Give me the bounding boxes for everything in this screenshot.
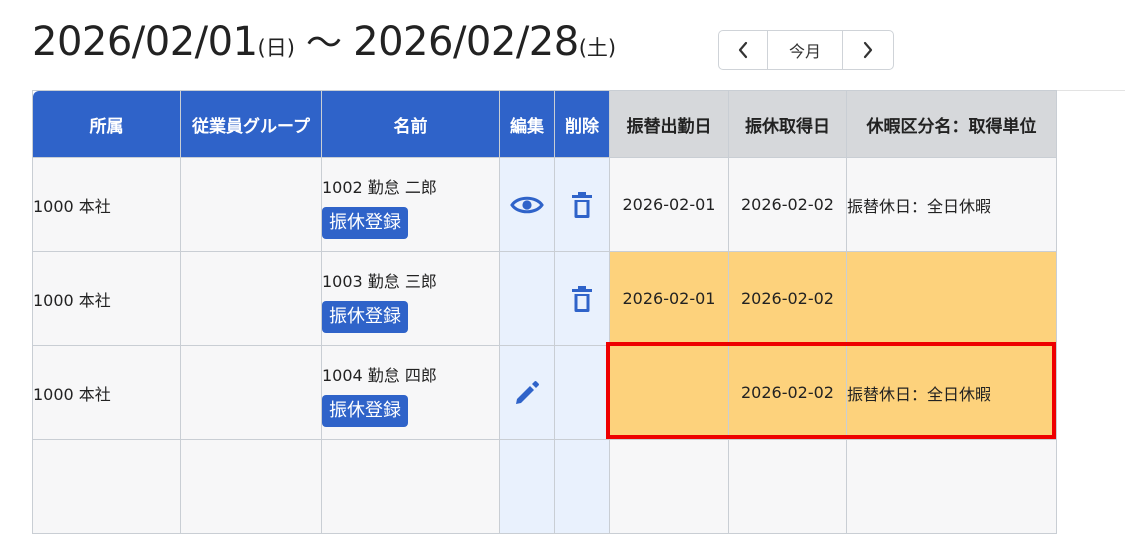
edit-cell: [499, 439, 555, 534]
leave-type-unit-cell: [846, 251, 1057, 346]
employee-name: 1004 勤怠 四郎: [322, 366, 437, 385]
employee-group-cell: [180, 251, 322, 346]
eye-icon[interactable]: [500, 194, 554, 216]
substitute-work-date-cell: 2026-02-01: [609, 157, 729, 252]
delete-cell: [554, 251, 610, 346]
substitute-holiday-date-cell: [728, 439, 847, 534]
leave-type-unit-cell: [846, 439, 1057, 534]
register-substitute-holiday-button[interactable]: 振休登録: [322, 395, 408, 427]
name-cell: 1004 勤怠 四郎 振休登録: [321, 345, 500, 440]
column-header-substitute-work-date[interactable]: 振替出勤日: [609, 90, 729, 158]
affiliation-cell: 1000 本社: [32, 345, 181, 440]
column-header-employee-group[interactable]: 従業員グループ: [180, 90, 322, 158]
name-cell: 1002 勤怠 二郎 振休登録: [321, 157, 500, 252]
substitute-holiday-date-cell: 2026-02-02: [728, 251, 847, 346]
column-header-edit: 編集: [499, 90, 555, 158]
table-row: 1000 本社 1002 勤怠 二郎 振休登録 2026-02-01 2026-…: [32, 157, 1057, 252]
edit-cell: [499, 251, 555, 346]
employee-group-cell: [180, 345, 322, 440]
name-cell: [321, 439, 500, 534]
employee-name: 1002 勤怠 二郎: [322, 178, 437, 197]
register-substitute-holiday-button[interactable]: 振休登録: [322, 301, 408, 333]
next-month-button[interactable]: [842, 31, 893, 69]
period-start-weekday: (日): [257, 36, 295, 60]
chevron-left-icon: [737, 40, 749, 60]
column-header-leave-type-unit[interactable]: 休暇区分名：取得単位: [846, 90, 1057, 158]
substitute-holiday-date-cell: 2026-02-02: [728, 345, 847, 440]
edit-cell: [499, 345, 555, 440]
name-cell: 1003 勤怠 三郎 振休登録: [321, 251, 500, 346]
pencil-icon[interactable]: [500, 379, 554, 407]
column-header-name[interactable]: 名前: [321, 90, 500, 158]
month-navigation: 今月: [718, 30, 894, 70]
delete-cell: [554, 345, 610, 440]
divider: [1056, 90, 1125, 91]
table-header-row: 所属 従業員グループ 名前 編集 削除 振替出勤日 振休取得日 休暇区分名：取得…: [32, 90, 1057, 158]
previous-month-button[interactable]: [719, 31, 768, 69]
table-row: 1000 本社 1003 勤怠 三郎 振休登録 2026-02-01 2026-…: [32, 251, 1057, 346]
substitute-work-date-cell: 2026-02-01: [609, 251, 729, 346]
period-end-date: 2026/02/28: [353, 19, 579, 65]
period-separator: 〜: [306, 23, 343, 64]
table-row: 1000 本社 1004 勤怠 四郎 振休登録 2026-02-02 振替休日：…: [32, 345, 1057, 440]
current-month-button[interactable]: 今月: [768, 31, 842, 69]
substitute-holiday-table: 所属 従業員グループ 名前 編集 削除 振替出勤日 振休取得日 休暇区分名：取得…: [32, 90, 1057, 534]
substitute-holiday-date-cell: 2026-02-02: [728, 157, 847, 252]
period-start-date: 2026/02/01: [32, 19, 258, 65]
period-end-weekday: (土): [578, 36, 617, 60]
employee-name: 1003 勤怠 三郎: [322, 272, 437, 291]
trash-icon[interactable]: [555, 191, 609, 219]
substitute-work-date-cell: [609, 345, 729, 440]
delete-cell: [554, 439, 610, 534]
leave-type-unit-cell: 振替休日：全日休暇: [846, 157, 1057, 252]
period-range: 2026/02/01(日) 〜 2026/02/28(土): [32, 22, 616, 62]
chevron-right-icon: [862, 40, 874, 60]
substitute-work-date-cell: [609, 439, 729, 534]
affiliation-cell: [32, 439, 181, 534]
leave-type-unit-cell: 振替休日：全日休暇: [846, 345, 1057, 440]
column-header-affiliation[interactable]: 所属: [32, 90, 181, 158]
employee-group-cell: [180, 439, 322, 534]
register-substitute-holiday-button[interactable]: 振休登録: [322, 207, 408, 239]
affiliation-cell: 1000 本社: [32, 251, 181, 346]
column-header-delete: 削除: [554, 90, 610, 158]
delete-cell: [554, 157, 610, 252]
trash-icon[interactable]: [555, 285, 609, 313]
employee-group-cell: [180, 157, 322, 252]
column-header-substitute-holiday-date[interactable]: 振休取得日: [728, 90, 847, 158]
edit-cell: [499, 157, 555, 252]
table-row: [32, 439, 1057, 534]
affiliation-cell: 1000 本社: [32, 157, 181, 252]
